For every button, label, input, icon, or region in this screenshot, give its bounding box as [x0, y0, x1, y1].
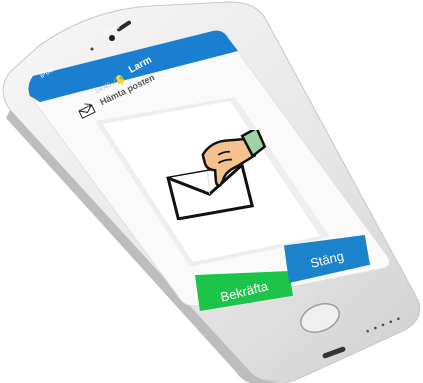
hand-mail-icon — [166, 130, 267, 220]
confirm-button-label: Bekräfta — [218, 277, 270, 305]
close-button-label: Stäng — [308, 247, 346, 271]
device-scene: iPod 16:45 Larm 16:45 ✓✦ Hämta posten Be… — [0, 0, 423, 383]
status-carrier: iPod — [38, 66, 55, 81]
